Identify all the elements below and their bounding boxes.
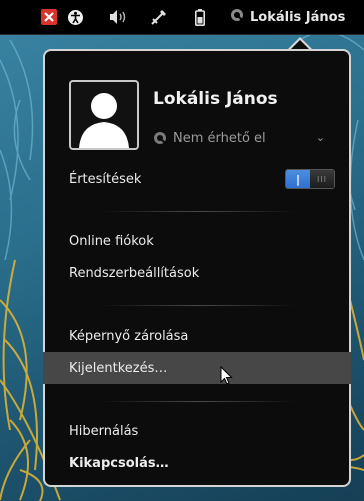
accessibility-icon[interactable]: [66, 8, 84, 26]
user-name: Lokális János: [153, 89, 278, 109]
log-out-item[interactable]: Kijelentkezés…: [69, 361, 167, 376]
volume-icon[interactable]: [109, 8, 129, 26]
hibernate-item[interactable]: Hibernálás: [69, 424, 138, 439]
separator: [101, 401, 297, 402]
chevron-down-icon: ⌄: [315, 131, 325, 144]
user-menu-label: Lokális János: [250, 9, 346, 25]
close-icon[interactable]: [40, 8, 58, 26]
status-selector[interactable]: Nem érhető el ⌄: [153, 127, 325, 149]
offline-status-icon: [153, 131, 167, 145]
status-label: Nem érhető el: [173, 130, 266, 146]
mouse-pointer-icon: [220, 365, 234, 390]
notifications-label: Értesítések: [69, 172, 142, 187]
avatar[interactable]: [69, 80, 139, 150]
online-accounts-item[interactable]: Online fiókok: [69, 234, 154, 249]
system-settings-item[interactable]: Rendszerbeállítások: [69, 266, 199, 281]
battery-icon[interactable]: [194, 8, 206, 26]
separator: [101, 305, 297, 306]
toggle-on-segment: |: [286, 170, 310, 188]
top-panel: Lokális János: [0, 0, 364, 35]
user-menu-button[interactable]: Lokális János: [230, 0, 345, 34]
user-menu: Lokális János Nem érhető el ⌄ Értesítése…: [43, 49, 351, 487]
notifications-toggle[interactable]: | III: [285, 169, 335, 189]
toggle-off-segment: III: [310, 170, 334, 188]
lock-screen-item[interactable]: Képernyő zárolása: [69, 329, 188, 344]
power-off-item[interactable]: Kikapcsolás…: [69, 456, 169, 471]
offline-status-icon: [230, 8, 244, 26]
separator: [101, 211, 297, 212]
network-icon[interactable]: [150, 8, 168, 26]
